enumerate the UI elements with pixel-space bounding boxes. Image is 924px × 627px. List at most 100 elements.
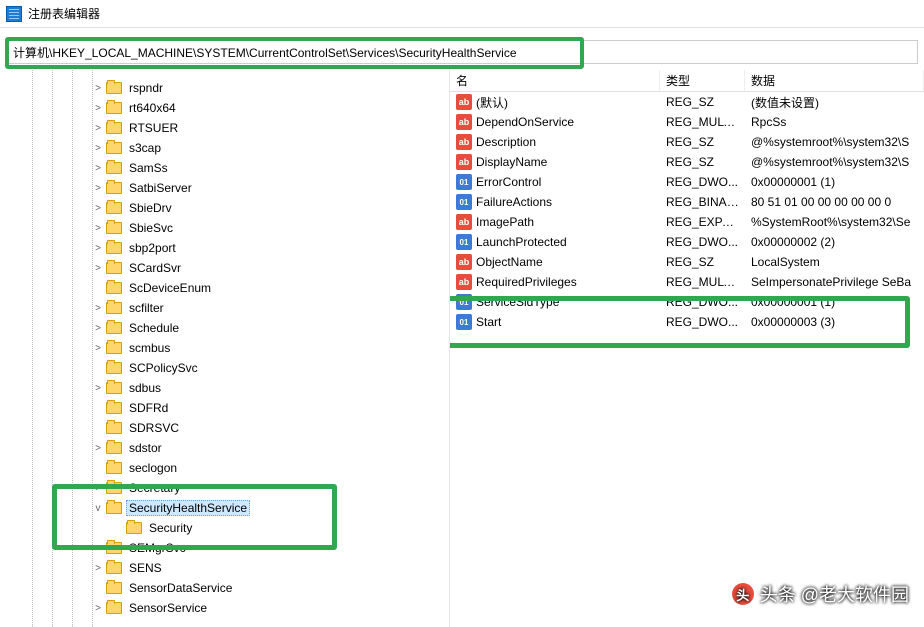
value-row[interactable]: ImagePathREG_EXPA...%SystemRoot%\system3…: [450, 212, 924, 232]
tree-item-label: SDFRd: [126, 400, 171, 416]
tree-item[interactable]: >sdstor: [0, 438, 449, 458]
tree-item[interactable]: >sbp2port: [0, 238, 449, 258]
highlight-address: [5, 37, 584, 69]
watermark-icon: 头: [732, 583, 754, 605]
value-row[interactable]: ObjectNameREG_SZLocalSystem: [450, 252, 924, 272]
column-headers[interactable]: 名 类型 数据: [450, 70, 924, 92]
value-data: 80 51 01 00 00 00 00 00 0: [745, 195, 924, 209]
tree-item-label: SbieDrv: [126, 200, 175, 216]
folder-icon: [106, 422, 122, 434]
col-name[interactable]: 名: [450, 70, 660, 91]
folder-icon: [106, 102, 122, 114]
value-row[interactable]: DescriptionREG_SZ@%systemroot%\system32\…: [450, 132, 924, 152]
expand-toggle-icon[interactable]: >: [92, 103, 104, 114]
tree-item-label: SatbiServer: [126, 180, 195, 196]
tree-item-label: rt640x64: [126, 100, 179, 116]
tree-item[interactable]: >scmbus: [0, 338, 449, 358]
folder-icon: [106, 602, 122, 614]
expand-toggle-icon[interactable]: >: [92, 563, 104, 574]
value-type: REG_BINARY: [660, 195, 745, 209]
folder-icon: [106, 322, 122, 334]
expand-toggle-icon[interactable]: >: [92, 183, 104, 194]
watermark-text: 头条 @老大软件园: [760, 581, 909, 607]
tree-item[interactable]: > SbieDrv: [0, 198, 449, 218]
tree-item[interactable]: >rspndr: [0, 78, 449, 98]
expand-toggle-icon[interactable]: >: [92, 343, 104, 354]
expand-toggle-icon[interactable]: >: [92, 83, 104, 94]
value-row[interactable]: ErrorControlREG_DWO...0x00000001 (1): [450, 172, 924, 192]
tree-item-label: ScDeviceEnum: [126, 280, 214, 296]
expand-toggle-icon[interactable]: >: [92, 123, 104, 134]
tree-item[interactable]: > SENS: [0, 558, 449, 578]
folder-icon: [106, 442, 122, 454]
value-name: Description: [476, 135, 536, 149]
folder-icon: [106, 462, 122, 474]
expand-toggle-icon[interactable]: >: [92, 303, 104, 314]
main-pane: >rspndr>rt640x64>RTSUER>s3cap>SamSs>Satb…: [0, 70, 924, 627]
expand-toggle-icon[interactable]: >: [92, 223, 104, 234]
value-row[interactable]: DisplayNameREG_SZ@%systemroot%\system32\…: [450, 152, 924, 172]
value-name: ErrorControl: [476, 175, 541, 189]
values-list[interactable]: 名 类型 数据 (默认)REG_SZ(数值未设置)DependOnService…: [450, 70, 924, 627]
tree-item[interactable]: > sdbus: [0, 378, 449, 398]
folder-icon: [106, 302, 122, 314]
binary-value-icon: [456, 234, 472, 250]
folder-icon: [106, 162, 122, 174]
value-row[interactable]: RequiredPrivilegesREG_MULT...SeImpersona…: [450, 272, 924, 292]
tree-item[interactable]: SensorDataService: [0, 578, 449, 598]
expand-toggle-icon[interactable]: >: [92, 323, 104, 334]
folder-icon: [106, 342, 122, 354]
folder-icon: [106, 202, 122, 214]
tree-item[interactable]: SDFRd: [0, 398, 449, 418]
titlebar: 注册表编辑器: [0, 0, 924, 28]
tree-item-label: sdbus: [126, 380, 164, 396]
expand-toggle-icon[interactable]: >: [92, 163, 104, 174]
value-type: REG_DWO...: [660, 235, 745, 249]
col-data[interactable]: 数据: [745, 70, 924, 91]
expand-toggle-icon[interactable]: >: [92, 243, 104, 254]
expand-toggle-icon[interactable]: >: [92, 263, 104, 274]
tree-item-label: SENS: [126, 560, 165, 576]
address-bar-container: [0, 34, 924, 70]
tree-item[interactable]: SDRSVC: [0, 418, 449, 438]
string-value-icon: [456, 114, 472, 130]
tree-item[interactable]: >SensorService: [0, 598, 449, 618]
expand-toggle-icon[interactable]: >: [92, 383, 104, 394]
tree-item[interactable]: >scfilter: [0, 298, 449, 318]
tree-item[interactable]: SCPolicySvc: [0, 358, 449, 378]
tree-view[interactable]: >rspndr>rt640x64>RTSUER>s3cap>SamSs>Satb…: [0, 70, 450, 627]
value-name: (默认): [476, 94, 508, 111]
expand-toggle-icon[interactable]: >: [92, 603, 104, 614]
value-row[interactable]: LaunchProtectedREG_DWO...0x00000002 (2): [450, 232, 924, 252]
tree-item[interactable]: >SCardSvr: [0, 258, 449, 278]
tree-item[interactable]: >s3cap: [0, 138, 449, 158]
value-name: DependOnService: [476, 115, 574, 129]
tree-item[interactable]: ScDeviceEnum: [0, 278, 449, 298]
value-row[interactable]: (默认)REG_SZ(数值未设置): [450, 92, 924, 112]
tree-item[interactable]: > SamSs: [0, 158, 449, 178]
value-row[interactable]: FailureActionsREG_BINARY80 51 01 00 00 0…: [450, 192, 924, 212]
folder-icon: [106, 362, 122, 374]
folder-icon: [106, 242, 122, 254]
tree-item[interactable]: seclogon: [0, 458, 449, 478]
tree-item-label: SbieSvc: [126, 220, 176, 236]
tree-item[interactable]: > SbieSvc: [0, 218, 449, 238]
tree-item[interactable]: > rt640x64: [0, 98, 449, 118]
expand-toggle-icon[interactable]: >: [92, 203, 104, 214]
tree-item[interactable]: > SatbiServer: [0, 178, 449, 198]
tree-item[interactable]: >Schedule: [0, 318, 449, 338]
folder-icon: [106, 382, 122, 394]
tree-item[interactable]: >RTSUER: [0, 118, 449, 138]
expand-toggle-icon[interactable]: >: [92, 143, 104, 154]
value-name: RequiredPrivileges: [476, 275, 577, 289]
folder-icon: [106, 82, 122, 94]
value-data: RpcSs: [745, 115, 924, 129]
col-type[interactable]: 类型: [660, 70, 745, 91]
value-name: ObjectName: [476, 255, 543, 269]
value-name: DisplayName: [476, 155, 547, 169]
tree-item-label: seclogon: [126, 460, 180, 476]
tree-item-label: SamSs: [126, 160, 171, 176]
highlight-value-selection: [450, 296, 910, 348]
expand-toggle-icon[interactable]: >: [92, 443, 104, 454]
value-row[interactable]: DependOnServiceREG_MULT...RpcSs: [450, 112, 924, 132]
